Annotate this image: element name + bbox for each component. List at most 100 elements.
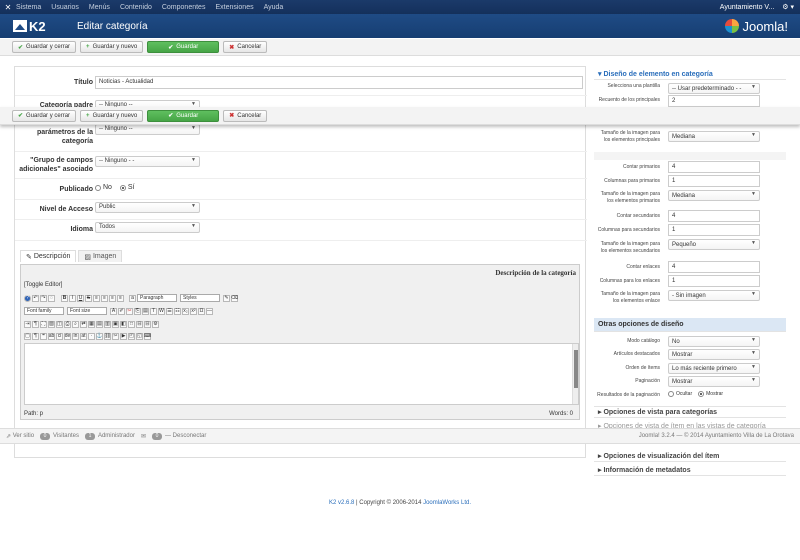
- leading-image-size-select[interactable]: Mediana ▼: [668, 131, 760, 142]
- styles-select[interactable]: Styles: [180, 294, 220, 302]
- tab-image[interactable]: ▨ Imagen: [78, 250, 123, 262]
- paragraph-select[interactable]: Paragraph: [137, 294, 177, 302]
- view-site-link[interactable]: Ver sitio: [13, 433, 34, 439]
- params-select[interactable]: -- Ninguno -- ▼: [95, 123, 200, 135]
- font-family-select[interactable]: Font family: [24, 307, 64, 315]
- preview-icon[interactable]: ◫: [56, 320, 63, 328]
- links-image-size-select[interactable]: - Sin imagen ▼: [668, 290, 760, 301]
- ins-icon[interactable]: in: [72, 332, 79, 340]
- layer-icon[interactable]: ◱: [136, 332, 143, 340]
- save-button[interactable]: ✔ Guardar: [147, 109, 220, 122]
- logout-link[interactable]: Desconectar: [173, 433, 207, 439]
- title-input[interactable]: Noticias - Actualidad: [95, 75, 583, 89]
- table-icon[interactable]: ▦: [88, 320, 95, 328]
- bold-icon[interactable]: B: [61, 294, 68, 302]
- category-view-options-header[interactable]: ▸ Opciones de vista para categorías: [594, 406, 786, 418]
- editor-content-area[interactable]: [24, 343, 579, 405]
- props-icon[interactable]: ⚙: [152, 320, 159, 328]
- delete-col-icon[interactable]: ⊟: [144, 320, 151, 328]
- cancel-button[interactable]: ✖ Cancelar: [223, 109, 268, 122]
- blockquote-icon[interactable]: ❝: [40, 332, 47, 340]
- hr-icon[interactable]: —: [206, 307, 213, 315]
- menu-item-extensiones[interactable]: Extensiones: [215, 4, 253, 11]
- published-yes-radio[interactable]: Sí: [119, 184, 135, 191]
- text-color-icon[interactable]: A: [110, 307, 117, 315]
- primary-columns-input[interactable]: 1: [668, 175, 760, 187]
- access-select[interactable]: Public ▼: [95, 201, 200, 213]
- image-icon[interactable]: ▨: [48, 320, 55, 328]
- fullscreen-icon[interactable]: ⛶: [40, 320, 47, 328]
- delete-row-icon[interactable]: ⊟: [136, 320, 143, 328]
- primary-image-size-select[interactable]: Mediana ▼: [668, 190, 760, 201]
- redo-icon[interactable]: ↷: [40, 294, 47, 302]
- save-close-button[interactable]: ✔ Guardar y cerrar: [12, 41, 77, 53]
- underline-icon[interactable]: U: [77, 294, 84, 302]
- menu-item-usuarios[interactable]: Usuarios: [51, 4, 79, 11]
- cite-icon[interactable]: ci: [56, 332, 63, 340]
- indent-icon[interactable]: ⇥: [24, 320, 31, 328]
- menu-item-contenido[interactable]: Contenido: [120, 4, 152, 11]
- bullet-list-icon[interactable]: ☰: [166, 307, 173, 315]
- abbr-icon[interactable]: ab: [48, 332, 55, 340]
- strikethrough-icon[interactable]: S: [85, 294, 92, 302]
- subscript-icon[interactable]: x₂: [182, 307, 189, 315]
- nbsp-icon[interactable]: ·: [88, 332, 95, 340]
- attrib-icon[interactable]: at: [80, 332, 87, 340]
- paste-text-icon[interactable]: T: [150, 307, 157, 315]
- row-icon[interactable]: ▤: [96, 320, 103, 328]
- save-new-button[interactable]: + Guardar y nuevo: [80, 41, 144, 53]
- toggle-editor-link[interactable]: [Toggle Editor]: [24, 282, 62, 288]
- other-layout-header[interactable]: Otras opciones de diseño: [594, 318, 786, 332]
- published-no-radio[interactable]: No: [95, 184, 112, 191]
- col-icon[interactable]: ▥: [104, 320, 111, 328]
- metadata-header[interactable]: ▸ Información de metadatos: [594, 464, 786, 476]
- language-select[interactable]: Todos ▼: [95, 221, 200, 233]
- joomla-x-icon[interactable]: ✕: [0, 0, 16, 14]
- eraser-icon[interactable]: ⌫: [231, 294, 238, 302]
- replace-icon[interactable]: ⇄: [80, 320, 87, 328]
- paragraph-icon[interactable]: ¶: [32, 332, 39, 340]
- leading-count-input[interactable]: 2: [668, 95, 760, 107]
- k2-logo[interactable]: K2: [0, 14, 60, 38]
- undo-icon[interactable]: ↶: [32, 294, 39, 302]
- split-icon[interactable]: ◧: [120, 320, 127, 328]
- template-select[interactable]: -- Usar predeterminado - - ▼: [668, 83, 760, 94]
- visualaid-icon[interactable]: ▢: [24, 332, 31, 340]
- align-justify-icon[interactable]: ≡: [117, 294, 124, 302]
- item-order-select[interactable]: Lo más reciente primero ▼: [668, 363, 760, 374]
- pagination-select[interactable]: Mostrar ▼: [668, 376, 760, 387]
- align-center-icon[interactable]: ≡: [101, 294, 108, 302]
- save-new-button[interactable]: + Guardar y nuevo: [80, 109, 144, 122]
- save-close-button[interactable]: ✔ Guardar y cerrar: [12, 109, 77, 122]
- joomlaworks-link[interactable]: JoomlaWorks Ltd.: [423, 500, 471, 506]
- gear-icon[interactable]: ⚙ ▾: [782, 3, 794, 11]
- paste-word-icon[interactable]: W: [158, 307, 165, 315]
- cancel-button[interactable]: ✖ Cancelar: [223, 41, 268, 53]
- featured-select[interactable]: Mostrar ▼: [668, 349, 760, 360]
- links-count-input[interactable]: 4: [668, 261, 760, 273]
- numbered-list-icon[interactable]: ☷: [174, 307, 181, 315]
- secondary-count-input[interactable]: 4: [668, 210, 760, 222]
- secondary-columns-input[interactable]: 1: [668, 224, 760, 236]
- editor-scrollbar[interactable]: [572, 344, 578, 404]
- merge-icon[interactable]: ▣: [112, 320, 119, 328]
- user-menu[interactable]: Ayuntamiento V...: [720, 4, 774, 11]
- fields-group-select[interactable]: -- Ninguno - - ▼: [95, 155, 200, 167]
- align-right-icon[interactable]: ≡: [109, 294, 116, 302]
- superscript-icon[interactable]: x²: [190, 307, 197, 315]
- menu-item-sistema[interactable]: Sistema: [16, 4, 41, 11]
- pagination-show-radio[interactable]: Mostrar: [698, 391, 723, 397]
- italic-icon[interactable]: I: [69, 294, 76, 302]
- media-icon[interactable]: ▶: [120, 332, 127, 340]
- highlight-icon[interactable]: ✐: [118, 307, 125, 315]
- omega-icon[interactable]: Ω: [198, 307, 205, 315]
- menu-item-menus[interactable]: Menús: [89, 4, 110, 11]
- primary-count-input[interactable]: 4: [668, 161, 760, 173]
- secondary-image-size-select[interactable]: Pequeño ▼: [668, 239, 760, 250]
- link-icon[interactable]: ⛓: [104, 332, 111, 340]
- pagination-hide-radio[interactable]: Ocultar: [668, 391, 692, 397]
- clear-icon[interactable]: ◌: [48, 294, 55, 302]
- copy-icon[interactable]: ⎘: [134, 307, 141, 315]
- format-icon[interactable]: a: [129, 294, 136, 302]
- code-icon[interactable]: ⌨: [144, 332, 151, 340]
